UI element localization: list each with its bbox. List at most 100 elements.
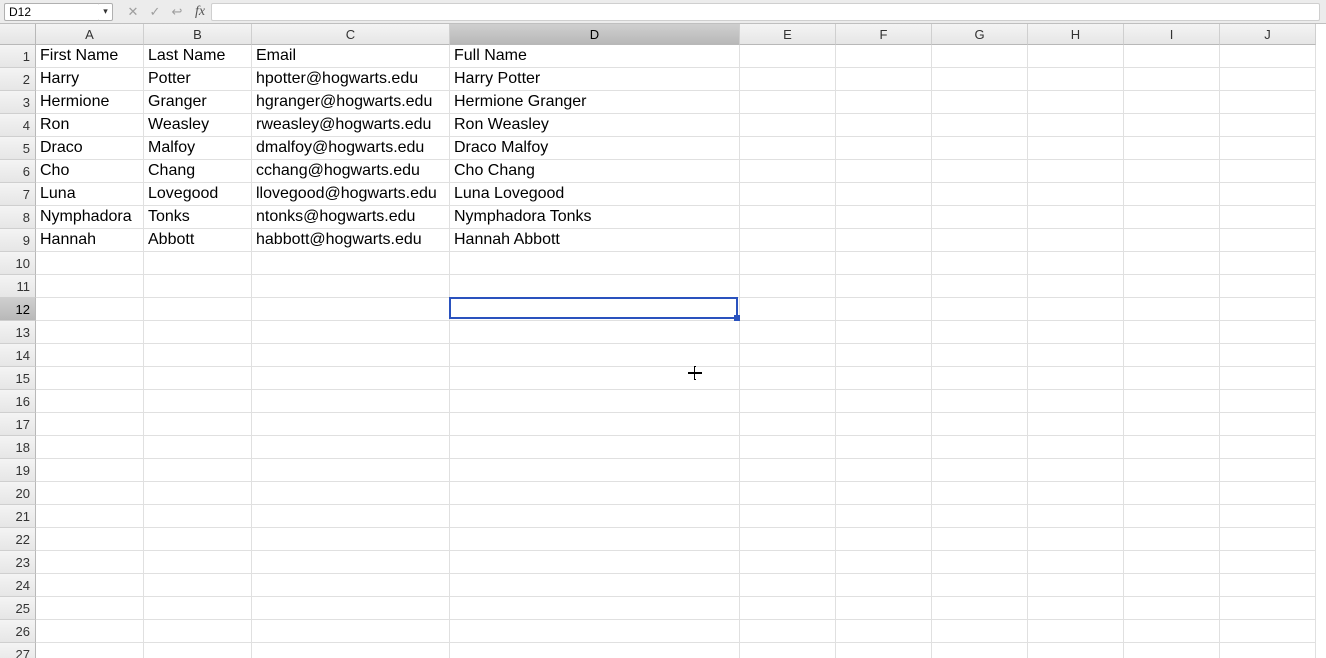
cell-H4[interactable] <box>1028 114 1124 137</box>
cell-G23[interactable] <box>932 551 1028 574</box>
cell-I23[interactable] <box>1124 551 1220 574</box>
cell-G12[interactable] <box>932 298 1028 321</box>
cell-C9[interactable]: habbott@hogwarts.edu <box>252 229 450 252</box>
cell-E26[interactable] <box>740 620 836 643</box>
cell-I9[interactable] <box>1124 229 1220 252</box>
cell-F4[interactable] <box>836 114 932 137</box>
cell-J18[interactable] <box>1220 436 1316 459</box>
cell-D27[interactable] <box>450 643 740 658</box>
cell-J19[interactable] <box>1220 459 1316 482</box>
cell-G27[interactable] <box>932 643 1028 658</box>
cell-C12[interactable] <box>252 298 450 321</box>
cell-F2[interactable] <box>836 68 932 91</box>
cell-F19[interactable] <box>836 459 932 482</box>
cell-E17[interactable] <box>740 413 836 436</box>
cell-D6[interactable]: Cho Chang <box>450 160 740 183</box>
cell-B8[interactable]: Tonks <box>144 206 252 229</box>
cell-J3[interactable] <box>1220 91 1316 114</box>
cell-F18[interactable] <box>836 436 932 459</box>
cell-B24[interactable] <box>144 574 252 597</box>
column-header-J[interactable]: J <box>1220 24 1316 45</box>
cell-C19[interactable] <box>252 459 450 482</box>
cell-E18[interactable] <box>740 436 836 459</box>
cell-G21[interactable] <box>932 505 1028 528</box>
cell-E2[interactable] <box>740 68 836 91</box>
cell-B7[interactable]: Lovegood <box>144 183 252 206</box>
column-header-I[interactable]: I <box>1124 24 1220 45</box>
cell-G11[interactable] <box>932 275 1028 298</box>
cell-F11[interactable] <box>836 275 932 298</box>
cell-D25[interactable] <box>450 597 740 620</box>
cell-B13[interactable] <box>144 321 252 344</box>
cell-A7[interactable]: Luna <box>36 183 144 206</box>
column-header-D[interactable]: D <box>450 24 740 45</box>
cell-J23[interactable] <box>1220 551 1316 574</box>
cell-H25[interactable] <box>1028 597 1124 620</box>
cell-J22[interactable] <box>1220 528 1316 551</box>
cell-E23[interactable] <box>740 551 836 574</box>
cell-E7[interactable] <box>740 183 836 206</box>
cell-I26[interactable] <box>1124 620 1220 643</box>
cell-B15[interactable] <box>144 367 252 390</box>
cell-I22[interactable] <box>1124 528 1220 551</box>
cell-G25[interactable] <box>932 597 1028 620</box>
row-header-8[interactable]: 8 <box>0 206 36 229</box>
cell-G14[interactable] <box>932 344 1028 367</box>
cell-G10[interactable] <box>932 252 1028 275</box>
cell-F6[interactable] <box>836 160 932 183</box>
row-header-11[interactable]: 11 <box>0 275 36 298</box>
cell-I5[interactable] <box>1124 137 1220 160</box>
cell-C22[interactable] <box>252 528 450 551</box>
cell-E15[interactable] <box>740 367 836 390</box>
cell-C2[interactable]: hpotter@hogwarts.edu <box>252 68 450 91</box>
cell-F7[interactable] <box>836 183 932 206</box>
cell-H11[interactable] <box>1028 275 1124 298</box>
cell-C26[interactable] <box>252 620 450 643</box>
cell-A16[interactable] <box>36 390 144 413</box>
cell-J10[interactable] <box>1220 252 1316 275</box>
column-header-H[interactable]: H <box>1028 24 1124 45</box>
cell-C10[interactable] <box>252 252 450 275</box>
column-header-B[interactable]: B <box>144 24 252 45</box>
cell-D14[interactable] <box>450 344 740 367</box>
cell-A20[interactable] <box>36 482 144 505</box>
cell-J12[interactable] <box>1220 298 1316 321</box>
cell-F20[interactable] <box>836 482 932 505</box>
cell-F22[interactable] <box>836 528 932 551</box>
cell-B6[interactable]: Chang <box>144 160 252 183</box>
cell-B14[interactable] <box>144 344 252 367</box>
cell-H2[interactable] <box>1028 68 1124 91</box>
cell-I18[interactable] <box>1124 436 1220 459</box>
cell-A9[interactable]: Hannah <box>36 229 144 252</box>
cell-J17[interactable] <box>1220 413 1316 436</box>
row-header-13[interactable]: 13 <box>0 321 36 344</box>
row-header-9[interactable]: 9 <box>0 229 36 252</box>
cell-F23[interactable] <box>836 551 932 574</box>
cell-E5[interactable] <box>740 137 836 160</box>
cell-F13[interactable] <box>836 321 932 344</box>
cell-I17[interactable] <box>1124 413 1220 436</box>
row-header-6[interactable]: 6 <box>0 160 36 183</box>
cell-J14[interactable] <box>1220 344 1316 367</box>
cell-A11[interactable] <box>36 275 144 298</box>
cell-A26[interactable] <box>36 620 144 643</box>
column-header-C[interactable]: C <box>252 24 450 45</box>
cell-B2[interactable]: Potter <box>144 68 252 91</box>
cell-C24[interactable] <box>252 574 450 597</box>
cell-G24[interactable] <box>932 574 1028 597</box>
cell-D10[interactable] <box>450 252 740 275</box>
row-header-12[interactable]: 12 <box>0 298 36 321</box>
cell-G6[interactable] <box>932 160 1028 183</box>
cell-H17[interactable] <box>1028 413 1124 436</box>
row-header-24[interactable]: 24 <box>0 574 36 597</box>
cell-D15[interactable] <box>450 367 740 390</box>
cell-C3[interactable]: hgranger@hogwarts.edu <box>252 91 450 114</box>
cell-A15[interactable] <box>36 367 144 390</box>
cell-J27[interactable] <box>1220 643 1316 658</box>
cell-H14[interactable] <box>1028 344 1124 367</box>
cell-J21[interactable] <box>1220 505 1316 528</box>
cell-H8[interactable] <box>1028 206 1124 229</box>
cell-H12[interactable] <box>1028 298 1124 321</box>
row-header-27[interactable]: 27 <box>0 643 36 658</box>
cell-D26[interactable] <box>450 620 740 643</box>
